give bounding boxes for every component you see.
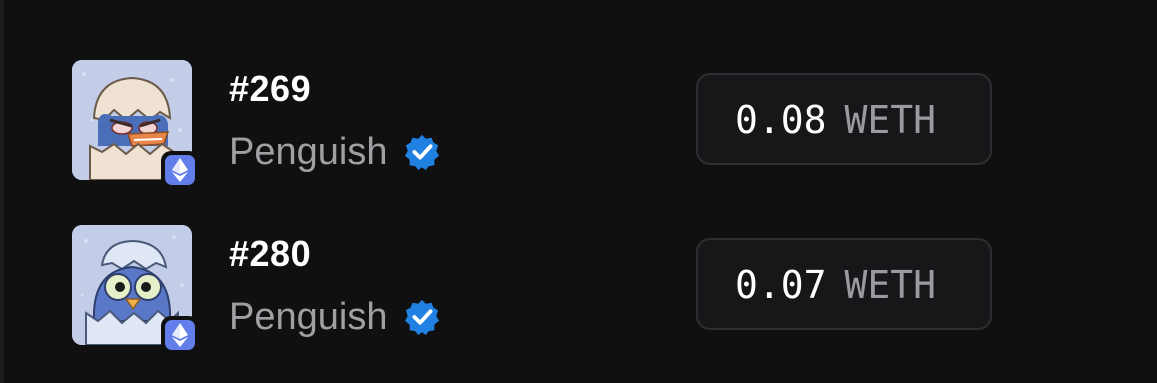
token-title[interactable]: #280 [229,233,311,275]
ethereum-icon [165,320,195,350]
price-label: 0.07 WETH [735,263,936,307]
price-value: 0.07 [735,263,827,307]
price-box[interactable]: 0.07 WETH [696,238,992,330]
collection-name: Penguish [229,130,388,173]
list-item[interactable]: #269 Penguish 0.08 WETH [72,60,1032,189]
price-value: 0.08 [735,98,827,142]
verified-badge-icon [405,299,440,336]
collection-link[interactable]: Penguish [229,295,441,339]
nft-list-panel: #269 Penguish 0.08 WETH #280 Penguish 0.… [0,0,1157,383]
panel-divider [0,0,4,383]
price-label: 0.08 WETH [735,98,936,142]
ethereum-icon [165,155,195,185]
token-title[interactable]: #269 [229,68,311,110]
price-unit: WETH [844,98,937,142]
list-item[interactable]: #280 Penguish 0.07 WETH [72,225,1032,354]
price-unit: WETH [844,263,937,307]
collection-link[interactable]: Penguish [229,130,441,174]
collection-name: Penguish [229,295,388,338]
price-box[interactable]: 0.08 WETH [696,73,992,165]
verified-badge-icon [405,134,440,171]
chain-badge [161,316,199,354]
chain-badge [161,151,199,189]
